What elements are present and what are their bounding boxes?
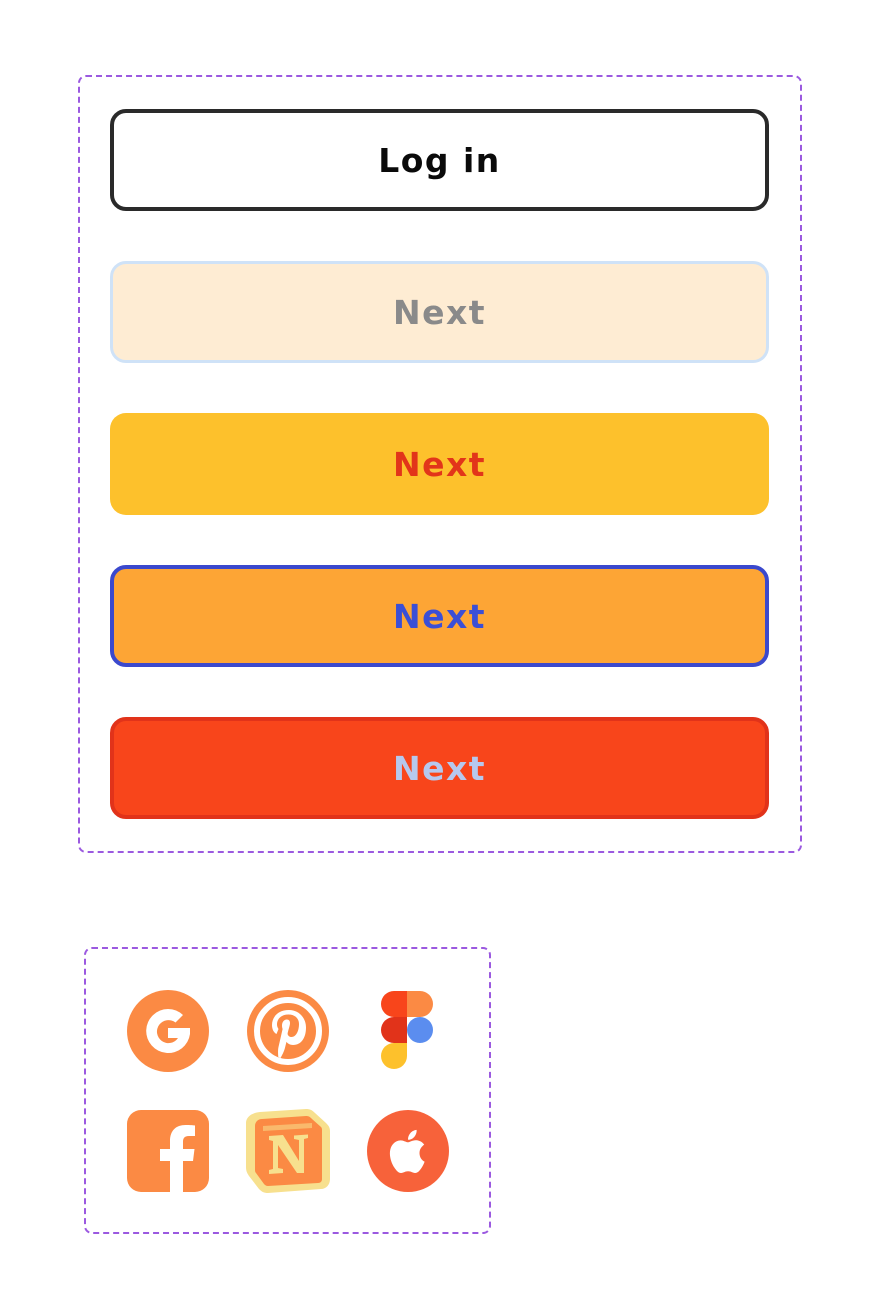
next-button-label: Next [392, 596, 487, 636]
next-button-yellow[interactable]: Next [110, 413, 769, 515]
figma-icon[interactable] [366, 989, 450, 1073]
next-button-label: Next [392, 444, 487, 484]
next-button-orange-outlined[interactable]: Next [110, 565, 769, 667]
google-icon[interactable] [126, 989, 210, 1073]
notion-icon[interactable] [246, 1109, 330, 1193]
next-button-red[interactable]: Next [110, 717, 769, 819]
next-button-label: Next [392, 748, 487, 788]
next-button-label: Next [392, 292, 487, 332]
login-button-label: Log in [378, 140, 501, 180]
apple-icon[interactable] [366, 1109, 450, 1193]
next-button-disabled[interactable]: Next [110, 261, 769, 363]
pinterest-icon[interactable] [246, 989, 330, 1073]
login-button[interactable]: Log in [110, 109, 769, 211]
facebook-icon[interactable] [126, 1109, 210, 1193]
